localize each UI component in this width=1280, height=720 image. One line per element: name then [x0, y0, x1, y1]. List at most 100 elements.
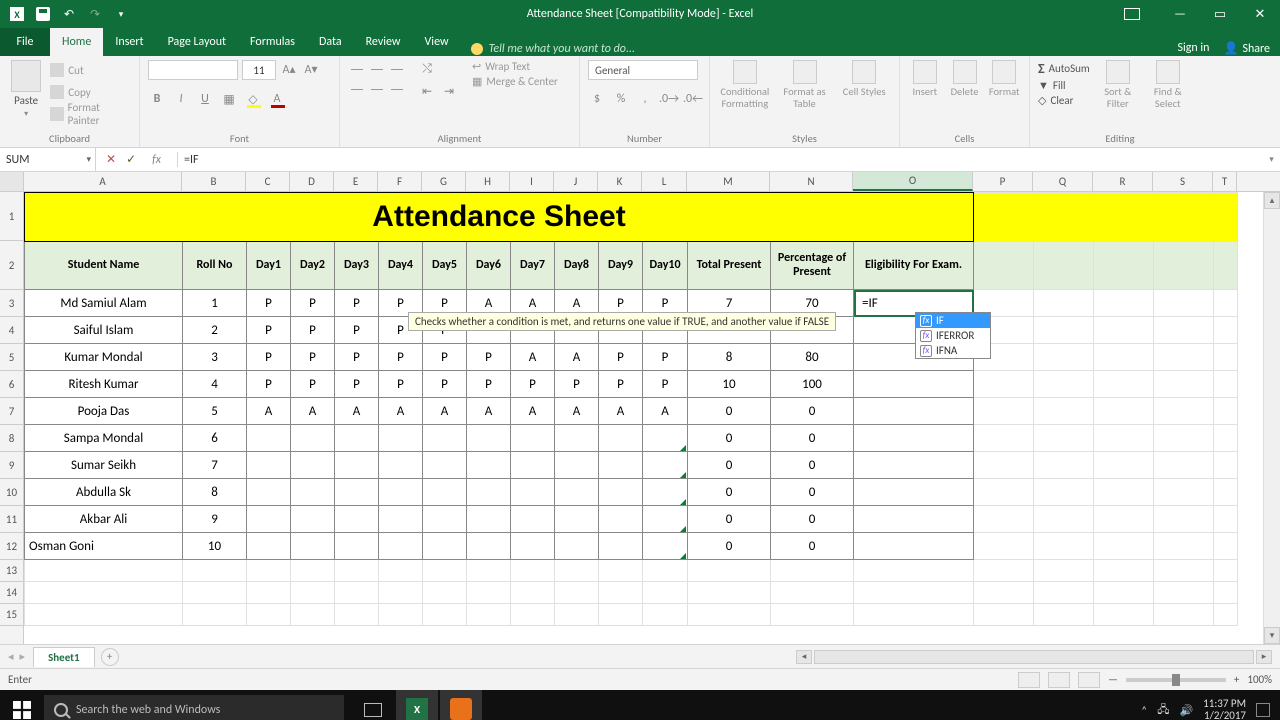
row-header[interactable]: 8 — [0, 425, 23, 452]
column-header[interactable]: E — [334, 172, 378, 191]
column-header[interactable]: A — [24, 172, 182, 191]
cell[interactable]: Akbar Ali — [25, 506, 183, 533]
column-header[interactable]: R — [1093, 172, 1153, 191]
column-header[interactable]: N — [770, 172, 853, 191]
cell[interactable] — [555, 452, 599, 479]
tab-review[interactable]: Review — [354, 28, 413, 56]
normal-view-button[interactable] — [1018, 672, 1040, 688]
cell[interactable]: A — [291, 398, 335, 425]
column-header[interactable]: T — [1213, 172, 1237, 191]
fx-button[interactable]: fx — [146, 153, 167, 167]
row-header[interactable]: 11 — [0, 506, 23, 533]
hscroll-right-button[interactable]: ▸ — [1256, 650, 1272, 664]
cell[interactable] — [467, 506, 511, 533]
cell[interactable]: 0 — [771, 425, 854, 452]
cell[interactable]: Pooja Das — [25, 398, 183, 425]
autocomplete-item[interactable]: fxIFNA — [916, 343, 990, 358]
cell[interactable]: Sampa Mondal — [25, 425, 183, 452]
cell[interactable] — [291, 533, 335, 560]
tab-formulas[interactable]: Formulas — [238, 28, 307, 56]
cell[interactable]: 0 — [771, 533, 854, 560]
conditional-formatting-button[interactable]: Conditional Formatting — [718, 60, 772, 109]
taskbar-excel-button[interactable]: X — [396, 690, 438, 720]
cell[interactable]: Sumar Seikh — [25, 452, 183, 479]
cell[interactable]: 0 — [771, 452, 854, 479]
copy-button[interactable]: Copy — [50, 82, 131, 102]
cell[interactable]: 5 — [183, 398, 247, 425]
cell[interactable] — [423, 479, 467, 506]
column-header[interactable]: S — [1153, 172, 1213, 191]
tell-me-search[interactable]: Tell me what you want to do... — [471, 42, 635, 56]
merge-center-button[interactable]: ▦Merge & Center — [472, 75, 558, 88]
undo-icon[interactable]: ↶ — [60, 5, 78, 23]
cell[interactable]: 0 — [688, 506, 771, 533]
tray-chevron-icon[interactable]: ˄ — [1141, 704, 1147, 717]
row-header[interactable]: 13 — [0, 560, 23, 582]
cell[interactable]: A — [467, 398, 511, 425]
format-cells-button[interactable]: Format — [987, 60, 1021, 98]
cell[interactable]: 4 — [183, 371, 247, 398]
cell[interactable]: P — [643, 344, 688, 371]
cell[interactable] — [555, 506, 599, 533]
formula-input[interactable]: =IF — [178, 148, 1263, 171]
cell[interactable] — [511, 479, 555, 506]
cell[interactable]: P — [247, 344, 291, 371]
cell[interactable]: 80 — [771, 344, 854, 371]
cell[interactable]: P — [247, 371, 291, 398]
row-header[interactable]: 4 — [0, 317, 23, 344]
alignment-grid[interactable] — [348, 60, 406, 98]
column-header[interactable]: K — [598, 172, 642, 191]
cell[interactable]: P — [291, 371, 335, 398]
column-header[interactable]: O — [853, 172, 973, 191]
italic-button[interactable]: I — [172, 90, 190, 108]
cell[interactable]: P — [335, 344, 379, 371]
sheet-nav-prev-button[interactable]: ◂ — [8, 650, 14, 663]
cell[interactable]: P — [247, 290, 291, 317]
fill-color-button[interactable]: ◇ — [244, 90, 262, 108]
tray-volume-icon[interactable]: 🔊 — [1179, 704, 1193, 717]
cell[interactable]: P — [467, 371, 511, 398]
find-select-button[interactable]: Find & Select — [1146, 60, 1190, 109]
cell[interactable] — [467, 533, 511, 560]
cell[interactable] — [511, 533, 555, 560]
font-name-select[interactable] — [148, 60, 238, 80]
autocomplete-item[interactable]: fxIF — [916, 313, 990, 328]
cell[interactable]: A — [335, 398, 379, 425]
cell[interactable] — [335, 425, 379, 452]
cell[interactable]: Osman Goni — [25, 533, 183, 560]
cell[interactable]: 1 — [183, 290, 247, 317]
cell[interactable] — [467, 452, 511, 479]
cell[interactable] — [599, 533, 643, 560]
cell[interactable]: 0 — [688, 398, 771, 425]
cell[interactable]: 9 — [183, 506, 247, 533]
format-as-table-button[interactable]: Format as Table — [778, 60, 832, 109]
cell[interactable]: 7 — [183, 452, 247, 479]
cell[interactable] — [379, 425, 423, 452]
taskbar-search[interactable]: Search the web and Windows — [44, 695, 344, 720]
cell[interactable]: 0 — [771, 506, 854, 533]
column-header[interactable]: Q — [1033, 172, 1093, 191]
vertical-scrollbar[interactable]: ▴ ▾ — [1263, 192, 1280, 644]
cell[interactable]: Kumar Mondal — [25, 344, 183, 371]
cell[interactable]: P — [423, 371, 467, 398]
paste-button[interactable]: Paste▾ — [8, 60, 44, 119]
row-header[interactable]: 14 — [0, 582, 23, 604]
cell[interactable] — [247, 479, 291, 506]
cell[interactable] — [467, 425, 511, 452]
cut-button[interactable]: Cut — [50, 60, 131, 80]
cell[interactable] — [335, 479, 379, 506]
cell[interactable] — [854, 479, 974, 506]
maximize-button[interactable]: ▭ — [1200, 0, 1240, 28]
scroll-up-button[interactable]: ▴ — [1264, 192, 1280, 209]
sign-in-link[interactable]: Sign in — [1177, 41, 1209, 56]
qat-customize-icon[interactable]: ▾ — [112, 5, 130, 23]
row-header[interactable]: 7 — [0, 398, 23, 425]
column-header[interactable]: P — [973, 172, 1033, 191]
zoom-out-button[interactable]: — — [1108, 673, 1118, 686]
name-box[interactable]: SUM▾ — [0, 148, 96, 171]
cell[interactable] — [335, 506, 379, 533]
clear-button[interactable]: ◇Clear — [1038, 94, 1090, 107]
cell[interactable] — [555, 425, 599, 452]
cell[interactable]: P — [511, 371, 555, 398]
number-format-select[interactable]: General — [588, 60, 698, 80]
